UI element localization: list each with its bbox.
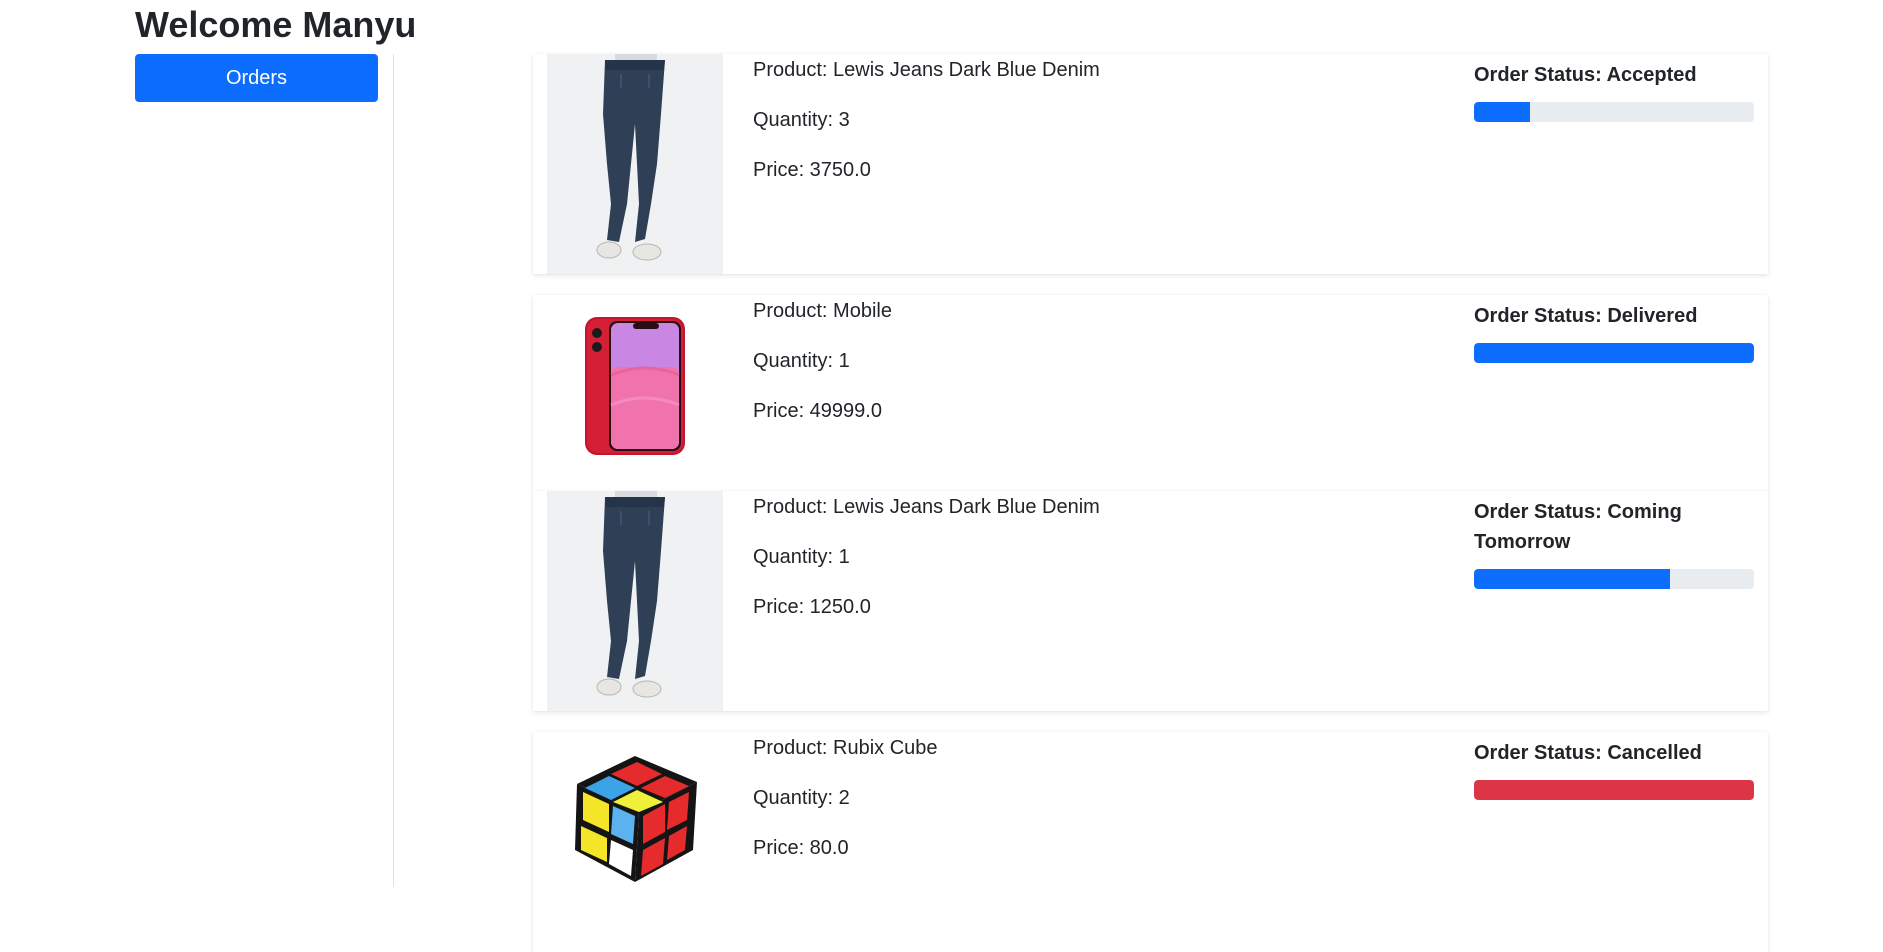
- order-status: Order Status: Accepted: [1474, 60, 1754, 122]
- status-label: Order Status: Coming Tomorrow: [1474, 501, 1682, 553]
- status-progress: [1474, 780, 1754, 800]
- price: Price: 80.0: [753, 837, 849, 859]
- quantity: Quantity: 2: [753, 787, 850, 809]
- order-info: Product: Lewis Jeans Dark Blue Denim Qua…: [753, 497, 1100, 647]
- quantity: Quantity: 1: [753, 546, 850, 568]
- price: Price: 3750.0: [753, 159, 871, 181]
- status-progress: [1474, 569, 1754, 589]
- status-progress: [1474, 343, 1754, 363]
- status-label: Order Status: Delivered: [1474, 305, 1698, 327]
- order-info: Product: Mobile Quantity: 1 Price: 49999…: [753, 301, 892, 451]
- order-card: Product: Lewis Jeans Dark Blue Denim Qua…: [533, 54, 1768, 274]
- status-progress-bar: [1474, 102, 1530, 122]
- quantity: Quantity: 3: [753, 109, 850, 131]
- price: Price: 49999.0: [753, 400, 882, 422]
- order-card: Product: Lewis Jeans Dark Blue Denim Qua…: [533, 491, 1768, 711]
- status-progress: [1474, 102, 1754, 122]
- status-label: Order Status: Accepted: [1474, 64, 1697, 86]
- jeans-image: [547, 491, 723, 711]
- phone-image: [547, 295, 723, 491]
- page-title: Welcome Manyu: [135, 4, 417, 45]
- order-card: Product: Mobile Quantity: 1 Price: 49999…: [533, 295, 1768, 491]
- status-progress-bar: [1474, 343, 1754, 363]
- order-card: Product: Rubix Cube Quantity: 2 Price: 8…: [533, 732, 1768, 952]
- price: Price: 1250.0: [753, 596, 871, 618]
- order-status: Order Status: Delivered: [1474, 301, 1754, 363]
- status-label: Order Status: Cancelled: [1474, 742, 1702, 764]
- order-info: Product: Rubix Cube Quantity: 2 Price: 8…: [753, 738, 938, 888]
- order-status: Order Status: Coming Tomorrow: [1474, 497, 1754, 589]
- jeans-image: [547, 54, 723, 274]
- product-name: Product: Lewis Jeans Dark Blue Denim: [753, 496, 1100, 518]
- orders-button[interactable]: Orders: [135, 54, 378, 102]
- quantity: Quantity: 1: [753, 350, 850, 372]
- status-progress-bar: [1474, 569, 1670, 589]
- product-name: Product: Rubix Cube: [753, 737, 938, 759]
- status-progress-bar: [1474, 780, 1754, 800]
- product-name: Product: Lewis Jeans Dark Blue Denim: [753, 59, 1100, 81]
- sidebar: Orders: [0, 54, 394, 887]
- order-status: Order Status: Cancelled: [1474, 738, 1754, 800]
- rubiks-cube-image: [547, 732, 723, 952]
- order-info: Product: Lewis Jeans Dark Blue Denim Qua…: [753, 60, 1100, 210]
- product-name: Product: Mobile: [753, 300, 892, 322]
